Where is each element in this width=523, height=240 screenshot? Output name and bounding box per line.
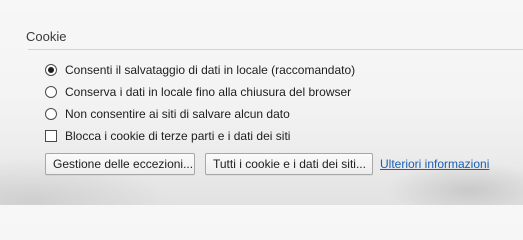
radio-button[interactable] [45, 86, 57, 98]
option-allow-local-data[interactable]: Consenti il salvataggio di dati in local… [45, 62, 355, 78]
option-label: Blocca i cookie di terze parti e i dati … [65, 129, 291, 143]
option-label: Non consentire ai siti di salvare alcun … [65, 107, 290, 121]
option-label: Consenti il salvataggio di dati in local… [65, 63, 356, 77]
radio-button[interactable] [45, 108, 57, 120]
option-block-all-data[interactable]: Non consentire ai siti di salvare alcun … [45, 106, 290, 122]
option-block-third-party[interactable]: Blocca i cookie di terze parti e i dati … [45, 128, 290, 144]
all-cookies-button[interactable]: Tutti i cookie e i dati dei siti... [205, 153, 373, 175]
section-title: Cookie [26, 29, 67, 44]
option-keep-until-close[interactable]: Conserva i dati in locale fino alla chiu… [45, 84, 351, 100]
radio-button-selected[interactable] [45, 64, 57, 76]
more-info-link[interactable]: Ulteriori informazioni [380, 157, 489, 171]
section-divider [28, 49, 523, 50]
option-label: Conserva i dati in locale fino alla chiu… [65, 85, 352, 99]
manage-exceptions-button[interactable]: Gestione delle eccezioni... [45, 153, 195, 175]
checkbox[interactable] [45, 130, 57, 142]
